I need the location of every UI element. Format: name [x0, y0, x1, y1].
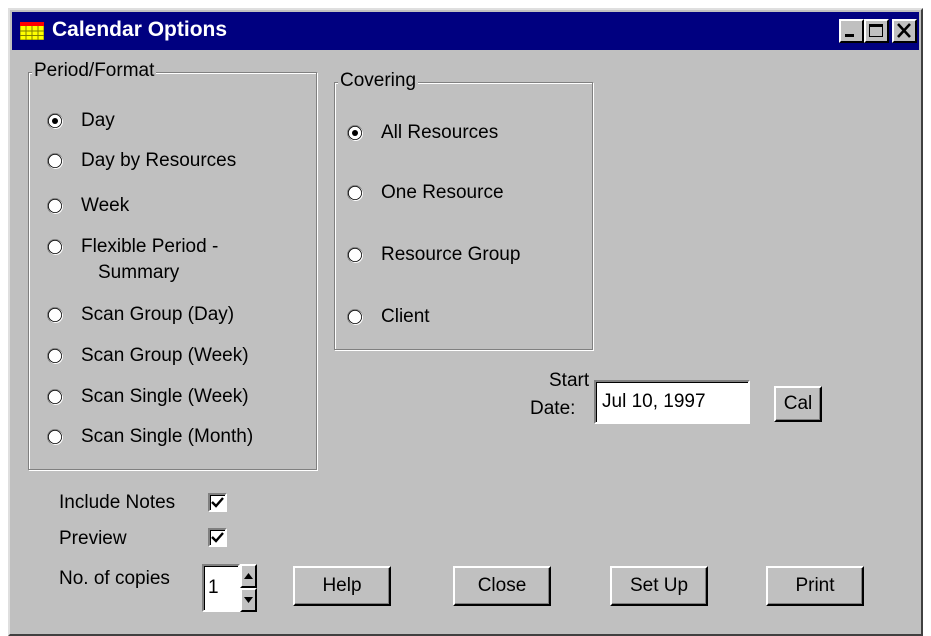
- radio-day-by-resources[interactable]: Day by Resources: [46, 150, 236, 172]
- covering-title: Covering: [338, 70, 419, 92]
- title-bar[interactable]: Calendar Options: [12, 12, 919, 50]
- start-date-value: Jul 10, 1997: [602, 391, 706, 412]
- include-notes-label: Include Notes: [59, 492, 176, 513]
- radio-resource-group-label: Resource Group: [381, 244, 521, 265]
- radio-all-resources-label: All Resources: [381, 122, 499, 143]
- radio-scan-single-month[interactable]: Scan Single (Month): [46, 426, 253, 448]
- radio-selected-icon: [347, 125, 363, 141]
- include-notes-checkbox[interactable]: [208, 493, 227, 512]
- radio-unselected-icon: [347, 309, 363, 325]
- close-window-button[interactable]: [892, 19, 917, 43]
- radio-scan-group-week-label: Scan Group (Week): [81, 345, 249, 366]
- radio-week[interactable]: Week: [46, 195, 129, 217]
- radio-selected-icon: [47, 113, 63, 129]
- radio-flexible-period-label: Flexible Period - Summary: [81, 236, 218, 288]
- close-icon: [897, 23, 911, 38]
- maximize-button[interactable]: [864, 19, 889, 43]
- radio-day-by-resources-label: Day by Resources: [81, 150, 237, 171]
- radio-unselected-icon: [47, 307, 63, 323]
- calendar-options-window: Calendar Options Period/Format Day Day b…: [8, 8, 923, 636]
- radio-scan-group-day[interactable]: Scan Group (Day): [46, 304, 234, 326]
- radio-unselected-icon: [47, 429, 63, 445]
- radio-unselected-icon: [47, 239, 63, 255]
- radio-scan-group-week[interactable]: Scan Group (Week): [46, 345, 249, 367]
- setup-button[interactable]: Set Up: [610, 566, 708, 606]
- radio-unselected-icon: [47, 198, 63, 214]
- arrow-up-icon: [244, 573, 253, 579]
- checkmark-icon: [211, 497, 224, 508]
- radio-scan-single-week-label: Scan Single (Week): [81, 386, 249, 407]
- start-date-label-line2: Date:: [530, 398, 576, 419]
- radio-scan-group-day-label: Scan Group (Day): [81, 304, 235, 325]
- radio-week-label: Week: [81, 195, 130, 216]
- radio-one-resource[interactable]: One Resource: [346, 182, 504, 204]
- start-date-label-line1: Start: [549, 370, 590, 391]
- start-date-input[interactable]: Jul 10, 1997: [594, 380, 750, 424]
- radio-client[interactable]: Client: [346, 306, 430, 328]
- arrow-down-icon: [244, 597, 253, 603]
- print-button[interactable]: Print: [766, 566, 864, 606]
- help-button[interactable]: Help: [293, 566, 391, 606]
- window-title: Calendar Options: [52, 18, 228, 41]
- close-button[interactable]: Close: [453, 566, 551, 606]
- cal-button[interactable]: Cal: [774, 386, 822, 422]
- radio-unselected-icon: [47, 348, 63, 364]
- radio-one-resource-label: One Resource: [381, 182, 504, 203]
- radio-unselected-icon: [47, 389, 63, 405]
- minimize-button[interactable]: [839, 19, 864, 43]
- copies-up-button[interactable]: [240, 564, 257, 588]
- radio-scan-single-month-label: Scan Single (Month): [81, 426, 254, 447]
- preview-label: Preview: [59, 528, 127, 549]
- minimize-icon: [845, 34, 854, 37]
- radio-all-resources[interactable]: All Resources: [346, 122, 498, 144]
- flexible-period-line2: Summary: [98, 262, 180, 283]
- radio-day[interactable]: Day: [46, 110, 115, 132]
- radio-client-label: Client: [381, 306, 430, 327]
- radio-day-label: Day: [81, 110, 115, 131]
- period-format-title: Period/Format: [32, 60, 157, 82]
- flexible-period-line1: Flexible Period -: [81, 236, 219, 257]
- radio-unselected-icon: [347, 247, 363, 263]
- radio-flexible-period-summary[interactable]: Flexible Period - Summary: [46, 236, 218, 288]
- preview-checkbox[interactable]: [208, 528, 227, 547]
- radio-unselected-icon: [347, 185, 363, 201]
- copies-down-button[interactable]: [240, 588, 257, 612]
- checkmark-icon: [211, 532, 224, 543]
- radio-resource-group[interactable]: Resource Group: [346, 244, 520, 266]
- calendar-app-icon: [19, 21, 45, 41]
- copies-input[interactable]: 1: [202, 564, 240, 612]
- radio-scan-single-week[interactable]: Scan Single (Week): [46, 386, 249, 408]
- maximize-icon: [869, 24, 883, 37]
- copies-value: 1: [208, 577, 219, 598]
- copies-label: No. of copies: [59, 568, 170, 589]
- radio-unselected-icon: [47, 153, 63, 169]
